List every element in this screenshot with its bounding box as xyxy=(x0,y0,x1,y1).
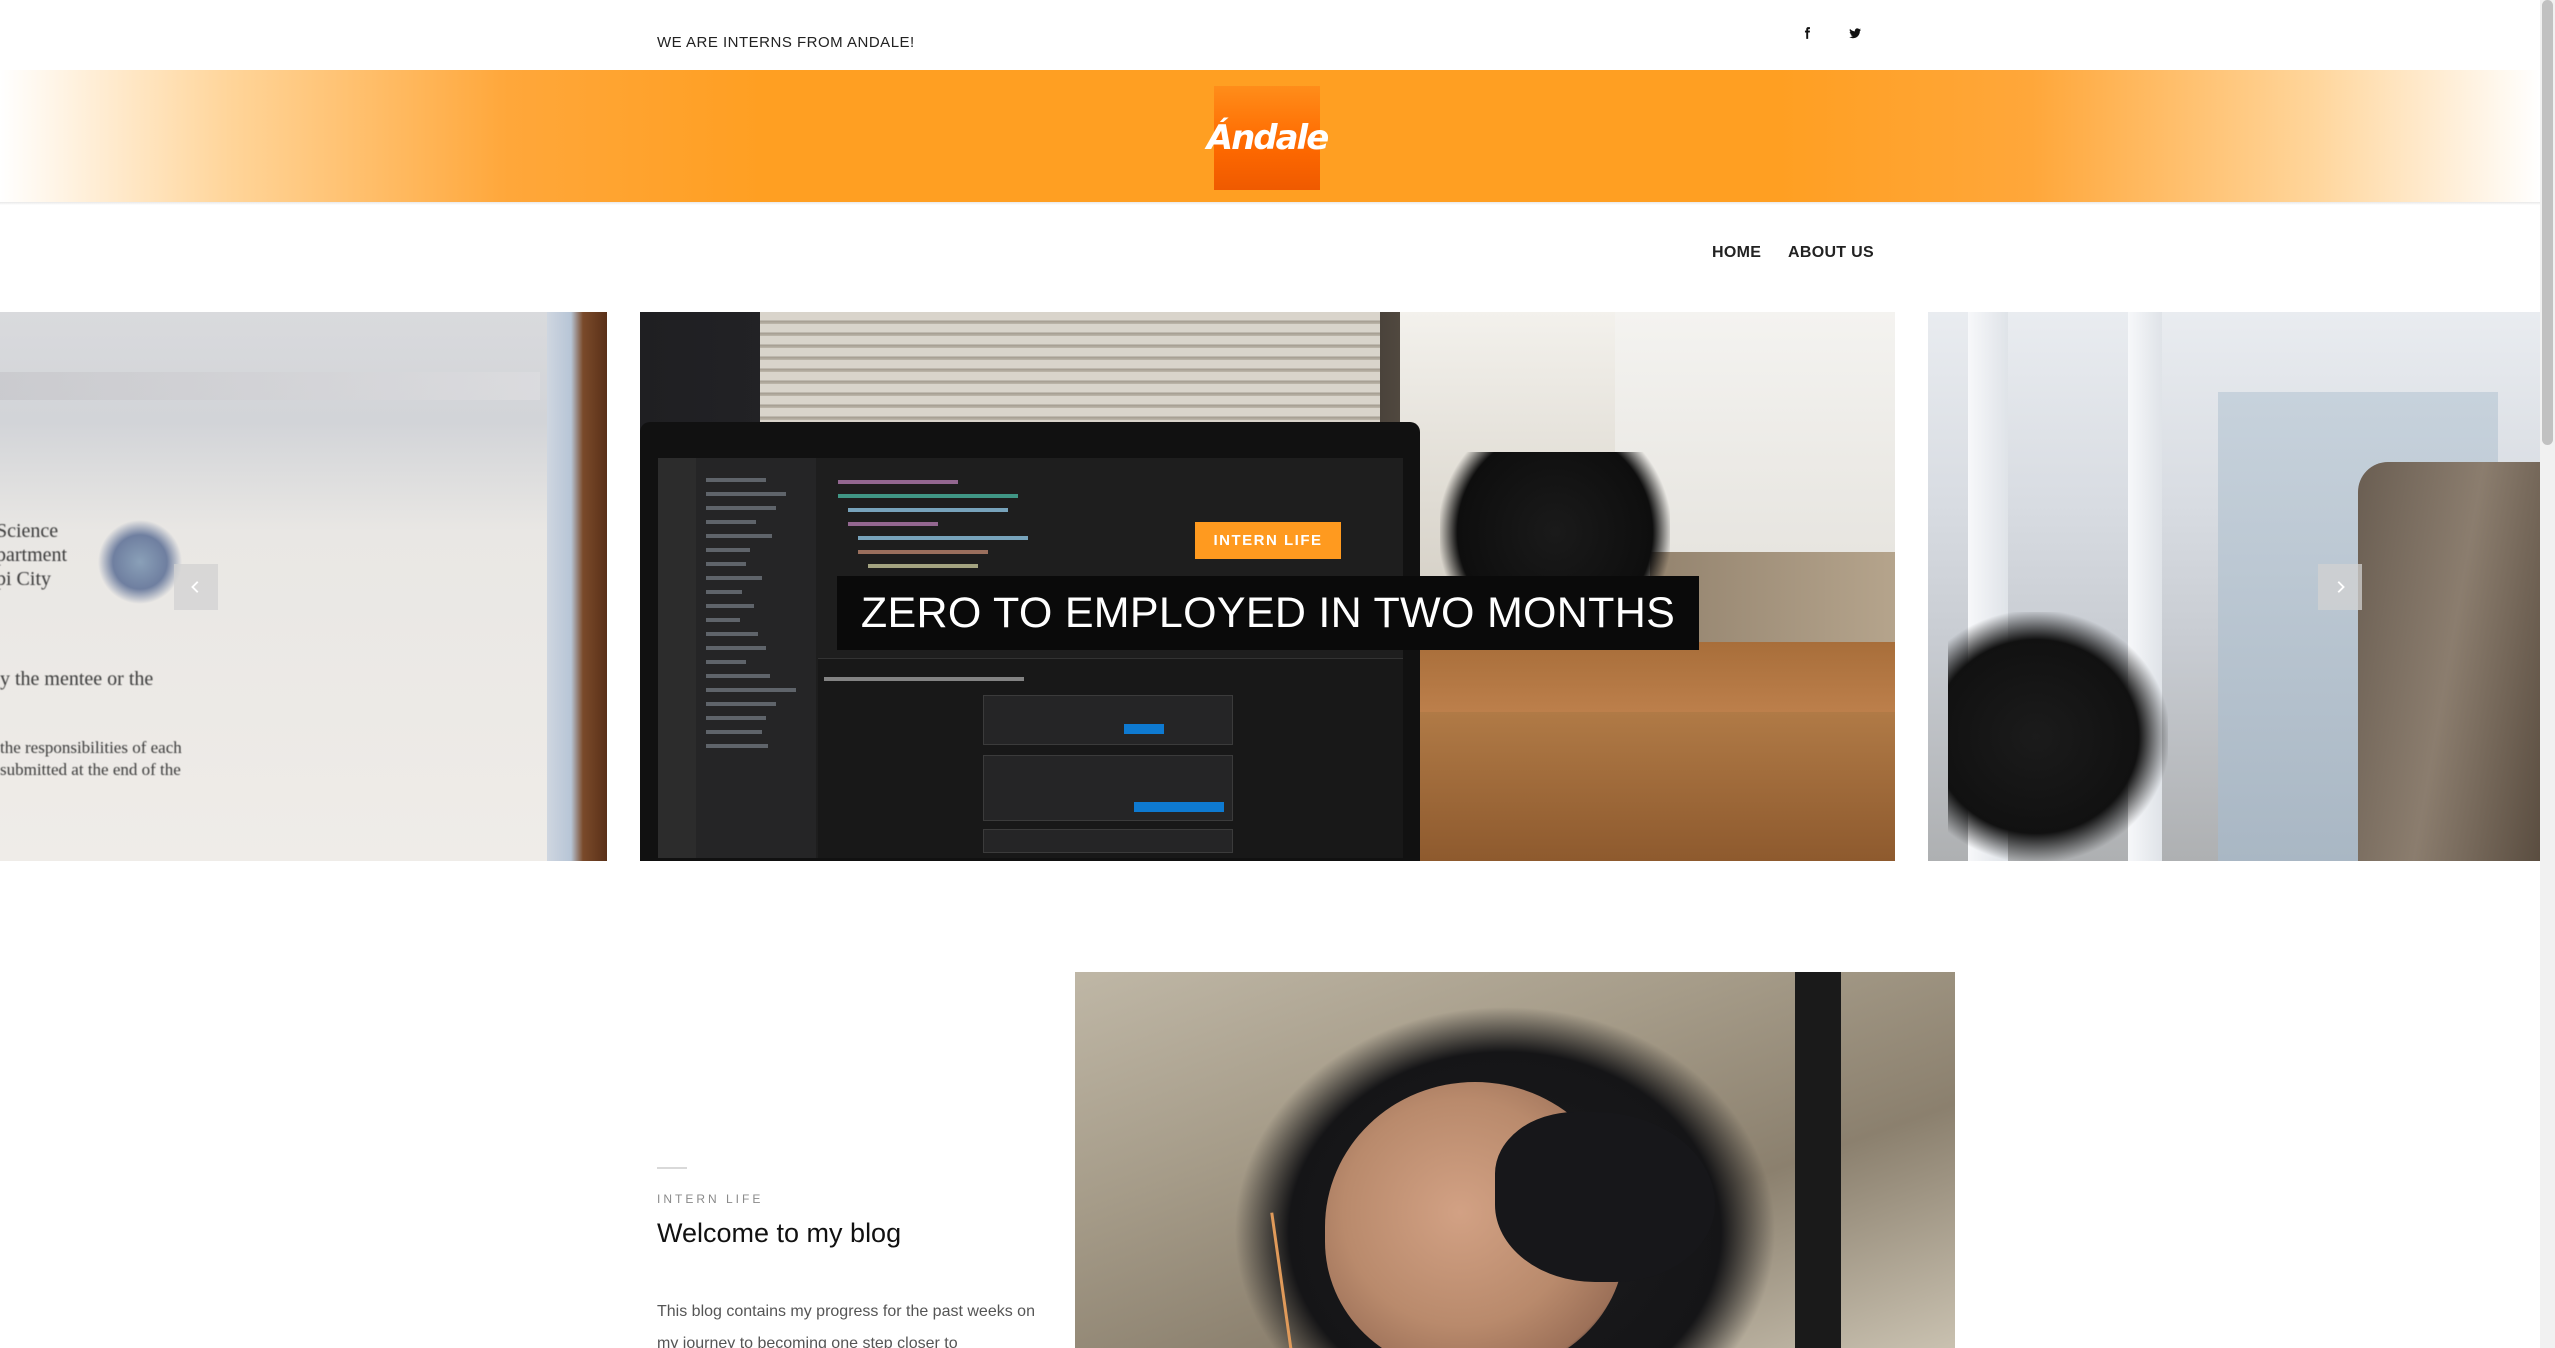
post-divider xyxy=(657,1167,687,1169)
editor-activity-bar xyxy=(658,458,696,858)
slide-text: y the mentee or the xyxy=(0,668,154,690)
facebook-icon xyxy=(1804,27,1810,39)
slide-text: the responsibilities of each xyxy=(0,738,182,757)
slide-title[interactable]: ZERO TO EMPLOYED IN TWO MONTHS xyxy=(837,576,1699,650)
notification-popup xyxy=(983,755,1233,821)
nav-about-us[interactable]: ABOUT US xyxy=(1788,244,1874,262)
blurred-toolbar xyxy=(0,372,540,400)
post-featured-image[interactable] xyxy=(1075,972,1955,1348)
chevron-left-icon xyxy=(191,581,199,593)
slide-text: Science xyxy=(0,520,59,542)
slide-text: submitted at the end of the xyxy=(0,760,181,779)
notification-popup xyxy=(983,695,1233,745)
desk xyxy=(1340,712,1895,861)
facebook-link[interactable] xyxy=(1794,20,1820,46)
office-chair xyxy=(1948,612,2168,861)
code-editor-screen xyxy=(658,458,1403,858)
carousel-slide-previous[interactable]: Science partment pi City y the mentee or… xyxy=(0,312,607,861)
logo-text: Ándale xyxy=(1206,118,1330,158)
post-excerpt: This blog contains my progress for the p… xyxy=(657,1303,1035,1348)
dark-bar xyxy=(1795,972,1841,1348)
notification-popup xyxy=(983,829,1233,853)
nav-home[interactable]: HOME xyxy=(1712,244,1761,262)
slide-text: pi City xyxy=(0,568,52,590)
scrollbar-thumb[interactable] xyxy=(2542,0,2553,445)
site-logo[interactable]: Ándale xyxy=(1207,86,1329,190)
carousel-prev-button[interactable] xyxy=(174,564,218,610)
carousel-next-button[interactable] xyxy=(2318,564,2362,610)
page-scrollbar[interactable] xyxy=(2540,0,2555,1348)
carousel-slide-next[interactable] xyxy=(1928,312,2540,861)
chevron-right-icon xyxy=(2337,581,2345,593)
editor-file-explorer xyxy=(696,458,816,858)
laptop-back xyxy=(2358,462,2540,861)
twitter-link[interactable] xyxy=(1842,20,1868,46)
laptop-edge xyxy=(547,312,607,861)
slide-text: partment xyxy=(0,544,68,566)
twitter-icon xyxy=(1849,28,1861,39)
post-title[interactable]: Welcome to my blog xyxy=(657,1218,901,1249)
slide-category-badge[interactable]: INTERN LIFE xyxy=(1195,522,1341,559)
top-bar: WE ARE INTERNS FROM ANDALE! xyxy=(0,0,2540,70)
post-category[interactable]: INTERN LIFE xyxy=(657,1192,763,1206)
editor-terminal xyxy=(818,658,1403,858)
site-tagline: WE ARE INTERNS FROM ANDALE! xyxy=(657,34,915,48)
header-divider xyxy=(0,202,2540,205)
site-header: Ándale xyxy=(0,70,2540,202)
